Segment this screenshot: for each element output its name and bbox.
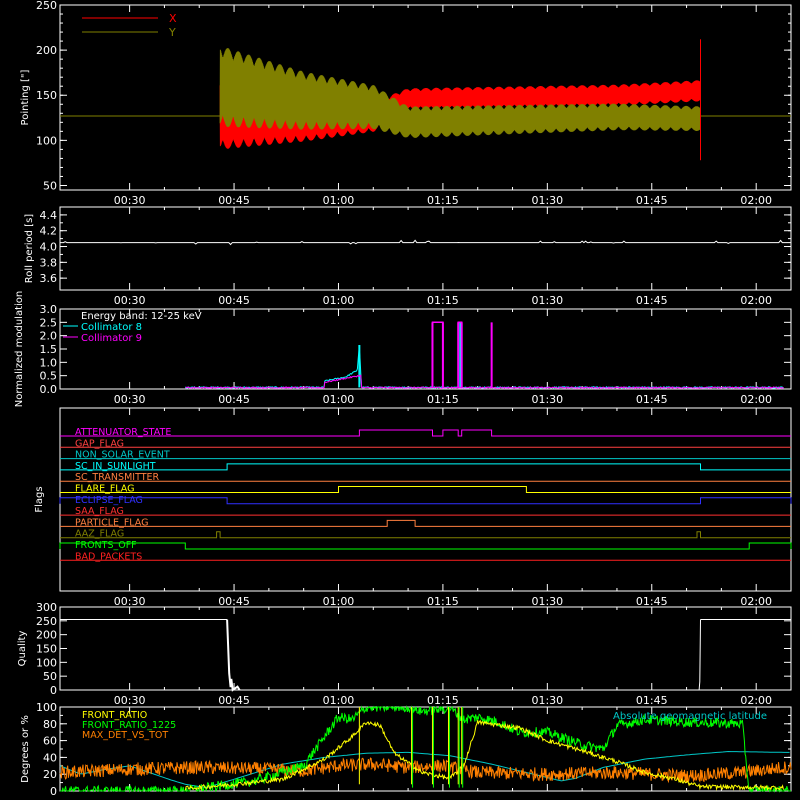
flag-label: GAP_FLAG <box>75 438 124 449</box>
roll-ytick-label: 4.4 <box>40 209 58 222</box>
roll-xtick-label: 01:45 <box>636 294 668 307</box>
modulation-legend-label: Energy band: 12-25 keV <box>81 311 202 322</box>
quality-xtick-label: 02:00 <box>740 694 772 707</box>
pointing-xtick-label: 01:30 <box>531 194 563 207</box>
quality-xtick-label: 01:00 <box>323 694 355 707</box>
quality-xtick-label: 01:30 <box>531 694 563 707</box>
flag-label: PARTICLE_FLAG <box>75 517 148 528</box>
pointing-xtick-label: 00:45 <box>218 194 250 207</box>
pointing-legend-label: X <box>169 12 177 25</box>
roll-ytick-label: 3.6 <box>40 272 58 285</box>
flags-xtick-label: 00:45 <box>218 595 250 608</box>
flags-xtick-label: 01:30 <box>531 595 563 608</box>
flag-label: BAD_PACKETS <box>75 551 142 562</box>
quality-ytick-label: 50 <box>43 670 57 683</box>
ratios-legend-label: MAX_DET_VS_TOT <box>82 730 168 741</box>
roll-ylabel: Roll period [s] <box>24 214 35 283</box>
modulation-xtick-label: 01:30 <box>531 393 563 406</box>
flag-label: AAZ_FLAG <box>75 529 124 540</box>
pointing-ytick-label: 250 <box>36 0 57 12</box>
quality-ytick-label: 150 <box>36 643 57 656</box>
modulation-xtick-label: 00:45 <box>218 393 250 406</box>
flag-label: SC_TRANSMITTER <box>75 472 160 483</box>
modulation-xtick-label: 02:00 <box>740 393 772 406</box>
flag-label: SAA_FLAG <box>75 506 124 517</box>
modulation-ytick-label: 1.0 <box>40 356 58 369</box>
roll-xtick-label: 02:00 <box>740 294 772 307</box>
modulation-ytick-label: 0.0 <box>40 383 58 396</box>
flags-xtick-label: 01:15 <box>427 595 459 608</box>
flag-label: FRONTS_OFF <box>75 540 137 551</box>
flag-label: ATTENUATOR_STATE <box>75 427 171 438</box>
pointing-xtick-label: 02:00 <box>740 194 772 207</box>
ratios-ytick-label: 0 <box>50 785 57 798</box>
summary-plot: 00:30 00:45 01:00 01:15 01:30 01:45 02:0050100… <box>0 0 800 800</box>
flag-label: NON_SOLAR_EVENT <box>75 450 170 461</box>
roll-xtick-label: 00:30 <box>114 294 146 307</box>
modulation-xtick-label: 01:00 <box>323 393 355 406</box>
modulation-ytick-label: 2.0 <box>40 330 58 343</box>
quality-xtick-label: 01:15 <box>427 694 459 707</box>
quality-xtick-label: 00:45 <box>218 694 250 707</box>
quality-ytick-label: 100 <box>36 656 57 669</box>
flags-xtick-label: 00:30 <box>114 595 146 608</box>
modulation-ytick-label: 2.5 <box>40 316 58 329</box>
pointing-legend-label: Y <box>168 26 176 39</box>
quality-xtick-label: 00:30 <box>114 694 146 707</box>
quality-xtick-label: 01:45 <box>636 694 668 707</box>
pointing-xtick-label: 01:45 <box>636 194 668 207</box>
ratios-ytick-label: 20 <box>43 768 57 781</box>
modulation-ylabel: Normalized modulation <box>14 291 25 408</box>
modulation-legend-label: Collimator 8 <box>81 322 142 333</box>
ratios-ytick-label: 80 <box>43 718 57 731</box>
roll-xtick-label: 01:30 <box>531 294 563 307</box>
flags-ylabel: Flags <box>34 486 45 512</box>
modulation-xtick-label: 01:15 <box>427 393 459 406</box>
modulation-ytick-label: 1.5 <box>40 343 58 356</box>
quality-ytick-label: 0 <box>50 684 57 697</box>
quality-ytick-label: 200 <box>36 629 57 642</box>
modulation-ytick-label: 3.0 <box>40 303 58 316</box>
flag-label: FLARE_FLAG <box>75 484 135 495</box>
pointing-xtick-label: 00:30 <box>114 194 146 207</box>
quality-ytick-label: 300 <box>36 601 57 614</box>
pointing-ytick-label: 100 <box>36 134 57 147</box>
roll-ytick-label: 4.0 <box>40 241 58 254</box>
pointing-xtick-label: 01:00 <box>323 194 355 207</box>
flag-label: SC_IN_SUNLIGHT <box>75 461 156 472</box>
ratios-ytick-label: 100 <box>36 701 57 714</box>
ratios-ytick-label: 40 <box>43 751 57 764</box>
roll-xtick-label: 01:00 <box>323 294 355 307</box>
flags-xtick-label: 01:00 <box>323 595 355 608</box>
modulation-xtick-label: 01:45 <box>636 393 668 406</box>
roll-ytick-label: 3.8 <box>40 256 58 269</box>
pointing-xtick-label: 01:15 <box>427 194 459 207</box>
flags-xtick-label: 02:00 <box>740 595 772 608</box>
modulation-ytick-label: 0.5 <box>40 370 58 383</box>
flags-xtick-label: 01:45 <box>636 595 668 608</box>
ratios-ylabel: Degrees or % <box>20 715 31 783</box>
pointing-ylabel: Pointing ["] <box>20 69 31 125</box>
geolat-annotation: Absolute geomagnetic latitude <box>613 711 767 722</box>
pointing-ytick-label: 150 <box>36 89 57 102</box>
roll-xtick-label: 01:15 <box>427 294 459 307</box>
roll-xtick-label: 00:45 <box>218 294 250 307</box>
ratios-ytick-label: 60 <box>43 735 57 748</box>
pointing-ytick-label: 200 <box>36 44 57 57</box>
modulation-legend-label: Collimator 9 <box>81 333 142 344</box>
quality-ylabel: Quality <box>17 631 28 667</box>
modulation-xtick-label: 00:30 <box>114 393 146 406</box>
quality-ytick-label: 250 <box>36 615 57 628</box>
pointing-ytick-label: 50 <box>43 179 57 192</box>
flag-label: ECLIPSE_FLAG <box>75 495 143 506</box>
roll-ytick-label: 4.2 <box>40 225 58 238</box>
